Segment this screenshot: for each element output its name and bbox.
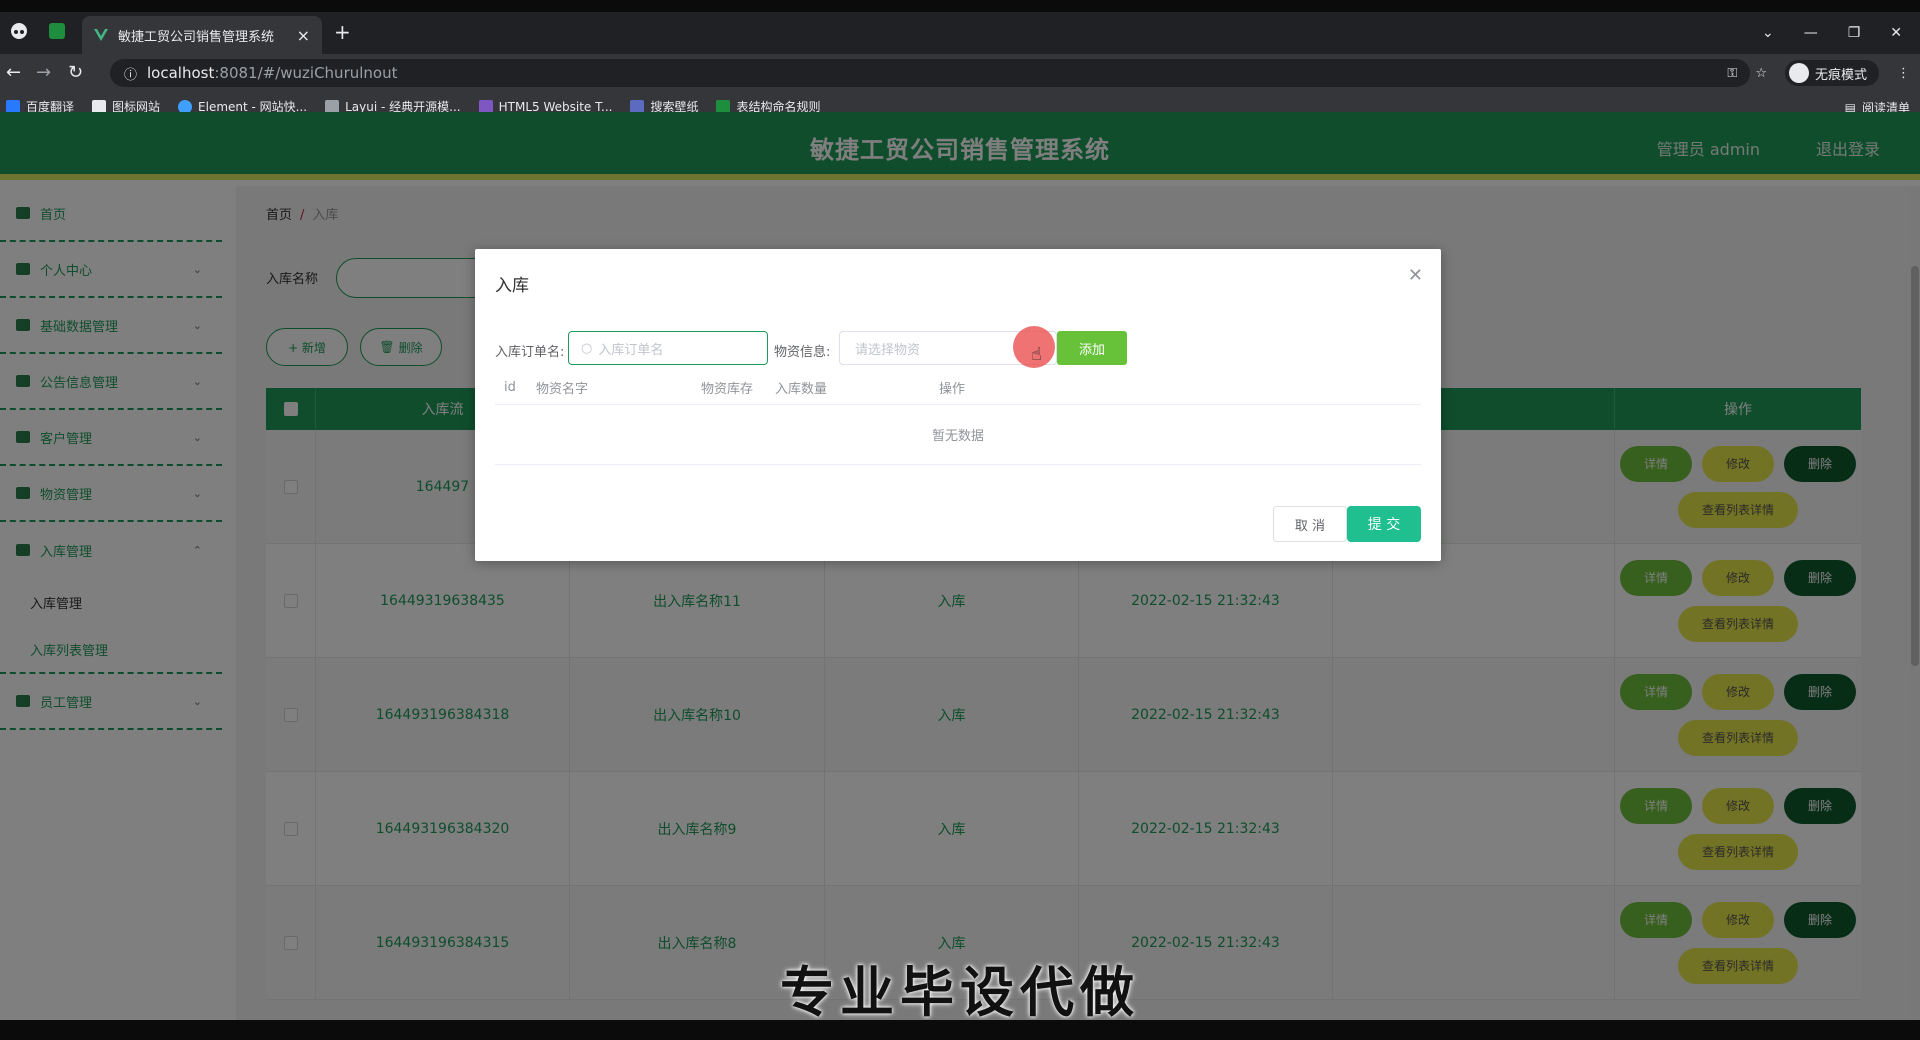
- browser-tabbar: 敏捷工贸公司销售管理系统 × + ⌄ — ❐ ✕: [0, 12, 1920, 54]
- chevron-down-icon[interactable]: ⌄: [1762, 25, 1774, 41]
- goods-info-label: 物资信息:: [774, 345, 831, 360]
- dialog-empty-text: 暂无数据: [495, 405, 1421, 465]
- tab-group-icon[interactable]: [48, 22, 66, 40]
- dialog-column-header: 操作: [939, 382, 966, 397]
- key-icon[interactable]: ⚿: [1727, 66, 1737, 81]
- app-viewport: 敏捷工贸公司销售管理系统 管理员 admin 退出登录 首页 个人中心⌄ 基础数…: [0, 112, 1920, 1020]
- minimize-icon[interactable]: —: [1804, 25, 1818, 41]
- address-bar-actions: ⚿ ☆ 无痕模式 ⋮: [1727, 60, 1910, 86]
- add-goods-button[interactable]: 添加: [1057, 331, 1127, 365]
- search-icon: ○: [581, 340, 593, 356]
- bottom-bar: [0, 1020, 1920, 1040]
- dialog-column-header: 物资名字: [536, 382, 589, 397]
- url-field[interactable]: ⓘ localhost:8081/#/wuziChurulnout: [110, 59, 1750, 87]
- order-name-input[interactable]: ○ 入库订单名: [568, 331, 768, 365]
- info-icon[interactable]: ⓘ: [124, 64, 137, 83]
- cancel-button[interactable]: 取 消: [1273, 506, 1347, 542]
- close-icon[interactable]: ×: [297, 26, 310, 45]
- tab-title: 敏捷工贸公司销售管理系统: [118, 29, 275, 45]
- browser-tab-active[interactable]: 敏捷工贸公司销售管理系统 ×: [82, 16, 322, 54]
- dialog-column-header: 入库数量: [775, 382, 828, 397]
- incognito-indicator[interactable]: 无痕模式: [1784, 60, 1879, 86]
- watermark-text: 专业毕设代做: [780, 961, 1140, 1024]
- order-name-placeholder: 入库订单名: [598, 342, 664, 358]
- menu-kebab-icon[interactable]: ⋮: [1897, 66, 1910, 81]
- screen: 敏捷工贸公司销售管理系统 × + ⌄ — ❐ ✕ ← → ↻ ⓘ localho…: [0, 0, 1920, 1040]
- incognito-avatar-icon: [1788, 63, 1809, 83]
- dialog-column-header: id: [504, 380, 516, 395]
- order-name-label: 入库订单名:: [495, 345, 565, 360]
- forward-icon[interactable]: →: [36, 62, 51, 83]
- restore-icon[interactable]: ❐: [1848, 25, 1861, 41]
- close-icon[interactable]: ✕: [1408, 265, 1423, 286]
- address-bar: ← → ↻ ⓘ localhost:8081/#/wuziChurulnout …: [0, 54, 1920, 92]
- incognito-icon: [11, 23, 27, 39]
- star-icon[interactable]: ☆: [1755, 66, 1767, 81]
- window-controls: ⌄ — ❐ ✕: [1762, 12, 1920, 54]
- reload-icon[interactable]: ↻: [68, 62, 83, 83]
- incognito-label: 无痕模式: [1814, 67, 1867, 83]
- new-tab-button[interactable]: +: [334, 20, 351, 44]
- url-host: localhost: [147, 64, 215, 82]
- dialog-column-header: 物资库存: [701, 382, 754, 397]
- vue-logo-icon: [94, 29, 108, 41]
- back-icon[interactable]: ←: [6, 62, 21, 83]
- submit-button[interactable]: 提 交: [1347, 506, 1421, 542]
- hand-cursor-icon: ☝: [1031, 344, 1042, 365]
- dialog-title: 入库: [495, 276, 529, 296]
- close-window-icon[interactable]: ✕: [1890, 25, 1902, 41]
- inbound-dialog: 入库 ✕ 入库订单名: ○ 入库订单名 物资信息: 请选择物资 添加 ☝ id 物…: [475, 249, 1441, 561]
- dialog-table-header: id 物资名字 物资库存 入库数量 操作: [495, 371, 1421, 405]
- url-path: :8081/#/wuziChurulnout: [214, 64, 398, 82]
